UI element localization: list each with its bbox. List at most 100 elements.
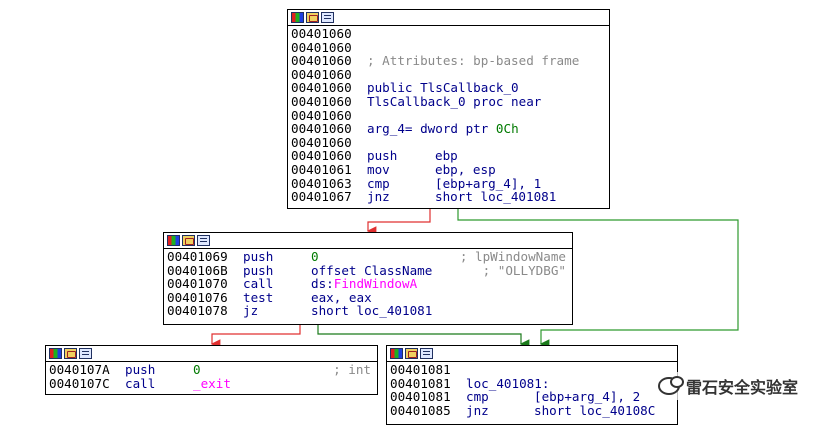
mnemonic: cmp bbox=[466, 389, 489, 405]
asm-line[interactable]: 00401061 mov ebp, esp bbox=[291, 163, 606, 177]
operands: ds:FindWindowA bbox=[311, 277, 417, 291]
immediate: 0 bbox=[193, 362, 201, 377]
immediate: 0Ch bbox=[488, 121, 519, 137]
mnemonic: push bbox=[243, 249, 274, 264]
asm-line[interactable]: 00401060 bbox=[291, 136, 606, 150]
asm-line[interactable]: 00401060 bbox=[291, 27, 606, 41]
operands: short loc_401081 bbox=[435, 190, 556, 204]
asm-line[interactable]: 00401081 loc_401081: bbox=[390, 375, 674, 391]
graph-icon[interactable] bbox=[405, 348, 418, 359]
operand: [ebp+arg_4], 1 bbox=[435, 175, 542, 191]
address: 00401060 bbox=[291, 26, 352, 41]
operand: [ebp+arg_4], 2 bbox=[534, 389, 641, 405]
operands: _exit bbox=[193, 375, 231, 391]
graph-icon[interactable] bbox=[64, 348, 77, 359]
mnemonic: push bbox=[125, 362, 156, 377]
text-view-icon[interactable] bbox=[79, 348, 92, 359]
address: 00401081 bbox=[390, 362, 451, 377]
address: 00401060 bbox=[291, 107, 352, 123]
import-name: FindWindowA bbox=[333, 276, 418, 292]
mnemonic: test bbox=[243, 289, 274, 305]
asm-line[interactable]: 00401060 bbox=[291, 107, 606, 123]
asm-line[interactable]: 00401063 cmp [ebp+arg_4], 1 bbox=[291, 175, 606, 191]
asm-line[interactable]: 00401076 test eax, eax bbox=[167, 291, 569, 305]
import-name: _exit bbox=[193, 375, 231, 391]
address: 00401076 bbox=[167, 289, 228, 305]
operand: ebp, esp bbox=[435, 161, 496, 177]
asm-line[interactable]: 00401060 public TlsCallback_0 bbox=[291, 81, 606, 95]
node-loc-401081[interactable]: 00401081 00401081 loc_401081: 00401081 cmp [e… bbox=[386, 345, 678, 425]
asm-line[interactable]: 00401067 jnz short loc_401081 bbox=[291, 190, 606, 204]
mnemonic: call bbox=[125, 375, 156, 391]
comment: ; int bbox=[333, 362, 371, 377]
address: 00401063 bbox=[291, 175, 352, 191]
color-icon[interactable] bbox=[291, 12, 304, 23]
address: 00401069 bbox=[167, 249, 228, 264]
mnemonic: push bbox=[367, 148, 398, 164]
node-tlscallback-entry[interactable]: 00401060 00401060 00401060; Attributes: bp… bbox=[287, 9, 610, 209]
graph-icon[interactable] bbox=[182, 235, 195, 246]
node-titlebar bbox=[46, 346, 377, 362]
address: 00401060 bbox=[291, 134, 352, 150]
asm-line[interactable]: 00401085 jnz short loc_40108C bbox=[390, 404, 674, 418]
comment: ; Attributes: bp-based frame bbox=[367, 53, 580, 69]
operand: short loc_40108C bbox=[534, 402, 656, 418]
text-view-icon[interactable] bbox=[321, 12, 334, 23]
node-titlebar bbox=[288, 10, 609, 26]
mnemonic: cmp bbox=[367, 175, 390, 191]
graph-icon[interactable] bbox=[306, 12, 319, 23]
asm-line[interactable]: 0040107A push 0 ; int bbox=[49, 363, 374, 377]
asm-line[interactable]: 00401060 push ebp bbox=[291, 149, 606, 163]
asm-line[interactable]: 00401060 bbox=[291, 68, 606, 82]
asm-line[interactable]: 0040107C call _exit bbox=[49, 375, 374, 391]
asm-line[interactable]: 00401081 cmp [ebp+arg_4], 2 bbox=[390, 390, 674, 404]
color-icon[interactable] bbox=[167, 235, 180, 246]
node-titlebar bbox=[164, 233, 572, 249]
operand: eax, eax bbox=[311, 289, 372, 305]
text-view-icon[interactable] bbox=[197, 235, 210, 246]
mnemonic: call bbox=[243, 276, 274, 292]
label-text: arg_4= dword ptr bbox=[367, 121, 489, 137]
mnemonic: mov bbox=[367, 161, 390, 177]
operands: eax, eax bbox=[311, 291, 372, 305]
label-text: public TlsCallback_0 bbox=[367, 80, 519, 96]
label-text: loc_401081: bbox=[466, 375, 550, 391]
address: 00401085 bbox=[390, 402, 451, 418]
asm-line[interactable]: 00401060 arg_4= dword ptr 0Ch bbox=[291, 122, 606, 136]
asm-line[interactable]: 00401060 ; Attributes: bp-based frame bbox=[291, 54, 606, 68]
asm-line[interactable]: 00401060 bbox=[291, 40, 606, 55]
text-view-icon[interactable] bbox=[420, 348, 433, 359]
address: 0040107C bbox=[49, 375, 110, 391]
edge-b-to-d bbox=[317, 325, 530, 349]
address: 00401060 bbox=[291, 121, 352, 137]
operands: short loc_40108C bbox=[534, 404, 655, 418]
address: 00401081 bbox=[390, 375, 451, 391]
comment: ; lpWindowName bbox=[459, 249, 566, 264]
address: 00401060 bbox=[291, 53, 352, 69]
color-icon[interactable] bbox=[49, 348, 62, 359]
operands: ebp, esp bbox=[435, 163, 496, 177]
asm-line[interactable]: 00401069 push 0 ; lpWindowName bbox=[167, 250, 569, 264]
operands: [ebp+arg_4], 2 bbox=[534, 390, 640, 404]
node-titlebar bbox=[387, 346, 677, 362]
node-findwindow-check[interactable]: 00401069 push 0 ; lpWindowName 0040106B push o… bbox=[163, 232, 573, 325]
operand: short loc_401081 bbox=[311, 303, 433, 319]
asm-line[interactable]: 00401081 bbox=[390, 363, 674, 377]
address: 0040107A bbox=[49, 362, 110, 377]
asm-line[interactable]: 0040106B push offset ClassName ; "OLLYDBG" bbox=[167, 262, 569, 278]
address: 0040106B bbox=[167, 262, 228, 278]
operands: offset ClassName bbox=[311, 263, 432, 278]
asm-line[interactable]: 00401078 jz short loc_401081 bbox=[167, 304, 569, 318]
node-exit-call[interactable]: 0040107A push 0 ; int 0040107C call _exit bbox=[45, 345, 378, 395]
mnemonic: jnz bbox=[367, 189, 390, 205]
operands: ebp bbox=[435, 149, 458, 163]
mnemonic: jz bbox=[243, 303, 259, 319]
comment: ; "OLLYDBG" bbox=[482, 262, 566, 278]
asm-line[interactable]: 00401060 TlsCallback_0 proc near bbox=[291, 95, 606, 109]
operands: [ebp+arg_4], 1 bbox=[435, 175, 542, 191]
address: 00401061 bbox=[291, 161, 352, 177]
asm-line[interactable]: 00401070 call ds:FindWindowA bbox=[167, 277, 569, 291]
color-icon[interactable] bbox=[390, 348, 403, 359]
operand: short loc_401081 bbox=[435, 189, 557, 205]
edge-b-to-c bbox=[210, 325, 301, 349]
